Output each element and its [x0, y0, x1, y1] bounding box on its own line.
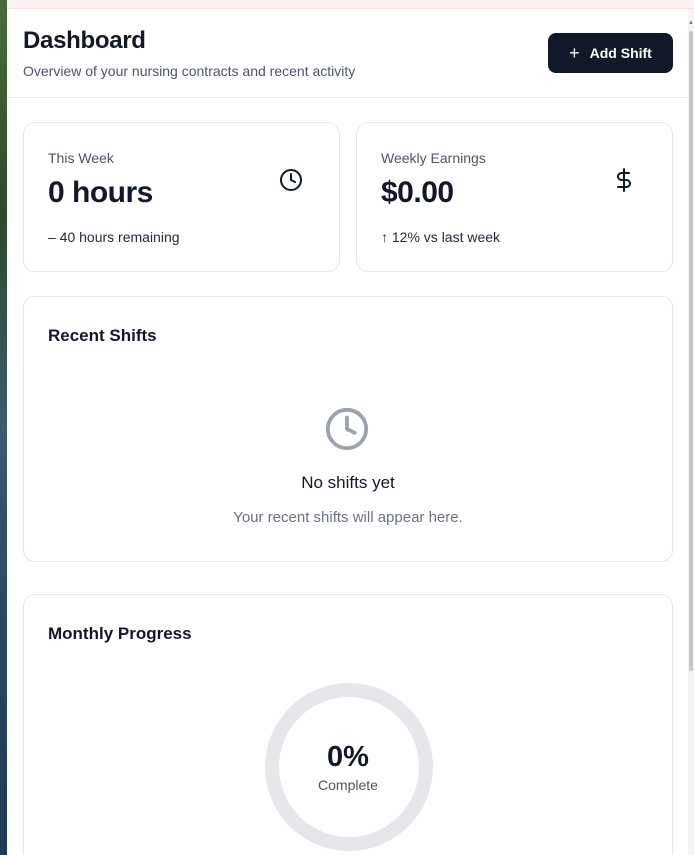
- page-subtitle: Overview of your nursing contracts and r…: [23, 63, 356, 79]
- recent-shifts-card: Recent Shifts No shifts yet Your recent …: [23, 296, 673, 562]
- add-shift-label: Add Shift: [589, 45, 652, 61]
- app-window: Dashboard Overview of your nursing contr…: [7, 0, 694, 855]
- clock-icon: [278, 167, 304, 193]
- page-header: Dashboard Overview of your nursing contr…: [7, 9, 688, 98]
- monthly-progress-card: Monthly Progress 0% Complete: [23, 594, 673, 855]
- page-title: Dashboard: [23, 27, 146, 54]
- dollar-icon: [611, 167, 637, 193]
- stat-label: This Week: [48, 150, 114, 166]
- section-title: Monthly Progress: [48, 624, 192, 643]
- section-title: Recent Shifts: [48, 326, 157, 345]
- plus-icon: +: [569, 43, 580, 63]
- stat-note: – 40 hours remaining: [48, 229, 180, 245]
- scrollbar[interactable]: ▴: [688, 9, 694, 855]
- empty-state-title: No shifts yet: [301, 473, 395, 492]
- progress-value: 0%: [327, 741, 369, 773]
- this-week-card: This Week 0 hours – 40 hours remaining: [23, 122, 340, 272]
- stat-value: 0 hours: [48, 176, 153, 209]
- add-shift-button[interactable]: + Add Shift: [548, 33, 673, 73]
- stat-value: $0.00: [381, 176, 454, 209]
- scroll-up-arrow-icon[interactable]: ▴: [688, 19, 694, 27]
- clock-icon: [324, 406, 370, 452]
- stat-label: Weekly Earnings: [381, 150, 486, 166]
- stat-note: ↑ 12% vs last week: [381, 229, 501, 245]
- scroll-thumb[interactable]: [689, 31, 693, 671]
- notification-strip: [7, 0, 694, 9]
- progress-caption: Complete: [318, 777, 378, 793]
- weekly-earnings-card: Weekly Earnings $0.00 ↑ 12% vs last week: [356, 122, 673, 272]
- desktop-background: [0, 0, 7, 855]
- empty-state-subtitle: Your recent shifts will appear here.: [233, 509, 463, 526]
